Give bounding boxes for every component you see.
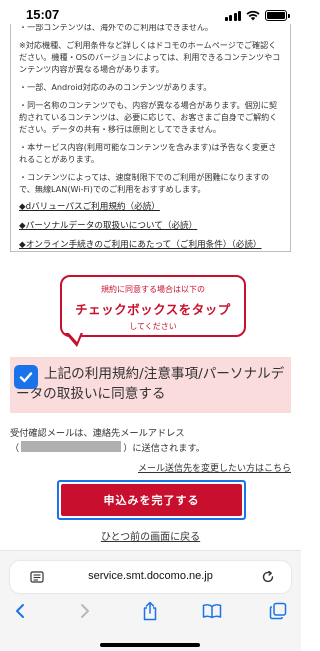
terms-scroll-box[interactable]: ・一部コンテンツは、海外でのご利用はできません。 ※対応機種、ご利用条件など詳し… — [10, 24, 291, 252]
terms-paragraph: ・コンテンツによっては、速度制限下でのご利用が困難になりますので、無線LAN(W… — [19, 172, 270, 194]
callout-line1: 規約に同意する場合は以下の — [101, 285, 205, 294]
home-indicator[interactable] — [100, 643, 200, 647]
browser-chrome: service.smt.docomo.ne.jp — [0, 550, 301, 651]
submit-button[interactable]: 申込みを完了する — [57, 480, 246, 520]
battery-icon — [265, 10, 290, 21]
change-email-link[interactable]: メール送信先を変更したい方はこちら — [138, 461, 291, 474]
share-icon[interactable] — [138, 599, 162, 623]
back-icon[interactable] — [8, 599, 32, 623]
confirmation-open-paren: （ — [10, 443, 20, 454]
confirmation-suffix: ）に送信されます。 — [123, 443, 205, 454]
online-procedure-terms-link[interactable]: ◆オンライン手続きのご利用にあたって（ご利用条件）（必読） — [19, 239, 282, 251]
url-text[interactable]: service.smt.docomo.ne.jp — [10, 570, 291, 582]
reload-icon[interactable] — [261, 570, 275, 584]
status-time: 15:07 — [26, 7, 60, 22]
callout-line3: してください — [129, 322, 177, 331]
instruction-callout: 規約に同意する場合は以下の チェックボックスをタップ してください — [60, 275, 246, 337]
bookmarks-icon[interactable] — [200, 599, 224, 623]
wifi-icon — [246, 10, 260, 21]
callout-line2: チェックボックスをタップ — [75, 302, 231, 317]
personal-data-link[interactable]: ◆パーソナルデータの取扱いについて（必読） — [19, 220, 282, 232]
submit-button-label[interactable]: 申込みを完了する — [61, 484, 242, 516]
browser-toolbar — [0, 599, 301, 623]
tabs-icon[interactable] — [266, 599, 290, 623]
terms-paragraph: ・一部コンテンツは、海外でのご利用はできません。 — [19, 24, 214, 32]
agree-panel[interactable]: 上記の利用規約/注意事項/パーソナルデータの取扱いに同意する — [10, 357, 291, 413]
agree-label[interactable]: 上記の利用規約/注意事項/パーソナルデータの取扱いに同意する — [16, 364, 288, 404]
terms-paragraph: ・本サービス内容(利用可能なコンテンツを含みます)は予告なく変更されることがあり… — [19, 142, 277, 164]
dvaluepass-terms-link[interactable]: ◆dバリューパスご利用規約（必読） — [19, 201, 282, 213]
terms-paragraph: ・同一名称のコンテンツでも、内容が異なる場合があります。個別に契約されているコン… — [19, 100, 278, 134]
terms-paragraph: ※対応機種、ご利用条件など詳しくはドコモのホームページでご確認ください。機種・O… — [19, 40, 281, 74]
url-bar[interactable]: service.smt.docomo.ne.jp — [10, 561, 291, 593]
cellular-signal-icon — [224, 10, 241, 21]
confirmation-prefix: 受付確認メールは、連絡先メールアドレス — [10, 428, 185, 439]
confirmation-email-text: 受付確認メールは、連絡先メールアドレス （ ）に送信されます。 — [10, 426, 291, 456]
status-icons — [224, 10, 290, 21]
back-link[interactable]: ひとつ前の画面に戻る — [0, 528, 301, 543]
terms-paragraph: ・一部、Android対応のみのコンテンツがあります。 — [19, 82, 212, 92]
forward-icon[interactable] — [73, 599, 97, 623]
agree-checkbox[interactable] — [14, 365, 38, 389]
checkmark-icon — [19, 372, 33, 383]
masked-email — [21, 441, 122, 452]
